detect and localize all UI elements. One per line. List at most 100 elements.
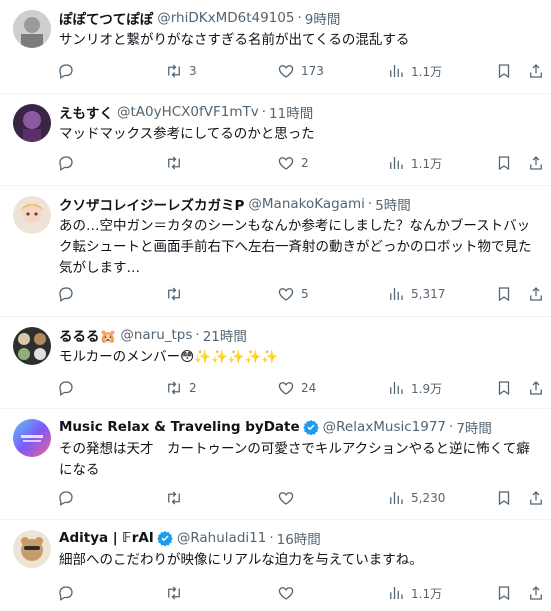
user-handle[interactable]: @naru_tps <box>120 327 192 343</box>
tweet-text: サンリオと繋がりがなさすぎる名前が出てくるの混乱する <box>59 32 410 48</box>
bookmark-button[interactable] <box>495 62 513 80</box>
like-button[interactable]: 173 <box>277 62 324 80</box>
reply-button[interactable] <box>57 154 75 172</box>
views-button[interactable]: 1.9万 <box>387 379 442 397</box>
views-button[interactable]: 1.1万 <box>387 154 442 172</box>
tweet-content: Aditya | 𝔽rAI @Rahuladi11 · 16時間 細部へのこだわ… <box>59 528 537 571</box>
timestamp[interactable]: 9時間 <box>305 8 341 28</box>
avatar[interactable] <box>13 196 51 234</box>
bookmark-button[interactable] <box>495 489 513 507</box>
timestamp[interactable]: 21時間 <box>203 325 247 345</box>
tweet-content: えもすく @tA0yHCX0fVF1mTv · 11時間 マッドマックス参考にし… <box>59 102 537 145</box>
retweet-button[interactable] <box>165 154 189 172</box>
share-button[interactable] <box>527 285 545 303</box>
retweet-button[interactable] <box>165 489 189 507</box>
bookmark-icon <box>498 64 510 79</box>
views-count: 1.9万 <box>411 381 443 396</box>
avatar[interactable] <box>13 10 51 48</box>
user-handle[interactable]: @ManakoKagami <box>248 196 364 212</box>
retweet-icon <box>168 381 180 395</box>
timestamp[interactable]: 5時間 <box>375 194 411 214</box>
share-button[interactable] <box>527 62 545 80</box>
tweet-header: えもすく @tA0yHCX0fVF1mTv · 11時間 <box>59 102 537 122</box>
share-button[interactable] <box>527 489 545 507</box>
like-icon <box>278 157 294 170</box>
views-button[interactable]: 1.1万 <box>387 62 442 80</box>
bookmark-icon <box>498 287 510 302</box>
share-icon <box>530 156 542 170</box>
bookmark-button[interactable] <box>495 379 513 397</box>
views-button[interactable]: 5,317 <box>387 285 445 303</box>
avatar[interactable] <box>13 419 51 457</box>
avatar[interactable] <box>13 104 51 142</box>
retweet-icon <box>168 156 180 170</box>
reply-icon <box>59 64 73 79</box>
reply-button[interactable] <box>57 489 75 507</box>
retweet-button[interactable] <box>165 584 189 602</box>
views-icon <box>390 382 403 394</box>
action-bar: 5,230 <box>57 487 542 509</box>
retweet-button[interactable]: 3 <box>165 62 197 80</box>
share-button[interactable] <box>527 584 545 602</box>
like-count: 24 <box>301 381 317 395</box>
avatar[interactable] <box>13 327 51 365</box>
reply-tweet[interactable]: るるる🐹 @naru_tps · 21時間 モルカーのメンバー😳✨✨✨✨✨ 2 … <box>0 317 551 409</box>
views-icon <box>390 587 403 599</box>
display-name[interactable]: Music Relax & Traveling byDate <box>59 419 300 435</box>
bookmark-button[interactable] <box>495 154 513 172</box>
avatar[interactable] <box>13 530 51 568</box>
user-handle[interactable]: @RelaxMusic1977 <box>323 419 446 435</box>
retweet-button[interactable] <box>165 285 189 303</box>
tweet-content: るるる🐹 @naru_tps · 21時間 モルカーのメンバー😳✨✨✨✨✨ <box>59 325 537 368</box>
bookmark-button[interactable] <box>495 285 513 303</box>
reply-tweet[interactable]: クソザコレイジーレズカガミP @ManakoKagami · 5時間 あの…空中… <box>0 186 551 317</box>
tweet-header: クソザコレイジーレズカガミP @ManakoKagami · 5時間 <box>59 194 537 214</box>
like-button[interactable] <box>277 584 301 602</box>
share-icon <box>530 64 542 78</box>
reply-tweet[interactable]: えもすく @tA0yHCX0fVF1mTv · 11時間 マッドマックス参考にし… <box>0 94 551 186</box>
like-button[interactable]: 24 <box>277 379 316 397</box>
tweet-content: Music Relax & Traveling byDate @RelaxMus… <box>59 417 537 481</box>
share-icon <box>530 491 542 505</box>
display-name[interactable]: るるる🐹 <box>59 325 116 345</box>
bookmark-icon <box>498 381 510 396</box>
tweet-text: 細部へのこだわりが映像にリアルな迫力を与えていますね。 <box>59 552 423 568</box>
timestamp[interactable]: 16時間 <box>277 528 321 548</box>
views-count: 1.1万 <box>411 156 443 171</box>
views-count: 1.1万 <box>411 64 443 79</box>
like-icon <box>278 288 294 301</box>
display-name[interactable]: クソザコレイジーレズカガミP <box>59 194 244 214</box>
user-handle[interactable]: @tA0yHCX0fVF1mTv <box>117 104 259 120</box>
views-button[interactable]: 5,230 <box>387 489 445 507</box>
like-button[interactable]: 5 <box>277 285 309 303</box>
views-button[interactable]: 1.1万 <box>387 584 442 602</box>
user-handle[interactable]: @rhiDKxMD6t49105 <box>157 10 294 26</box>
timestamp[interactable]: 7時間 <box>456 417 492 437</box>
user-handle[interactable]: @Rahuladi11 <box>177 530 267 546</box>
reply-tweet[interactable]: ぽぽてつてぽぽ @rhiDKxMD6t49105 · 9時間 サンリオと繋がりが… <box>0 0 551 94</box>
share-button[interactable] <box>527 154 545 172</box>
reply-button[interactable] <box>57 584 75 602</box>
like-button[interactable] <box>277 489 301 507</box>
display-name[interactable]: えもすく <box>59 102 113 122</box>
share-button[interactable] <box>527 379 545 397</box>
timestamp[interactable]: 11時間 <box>269 102 313 122</box>
display-name[interactable]: Aditya | 𝔽rAI <box>59 530 154 546</box>
tweet-content: クソザコレイジーレズカガミP @ManakoKagami · 5時間 あの…空中… <box>59 194 537 279</box>
separator-dot: · <box>297 10 302 26</box>
retweet-button[interactable]: 2 <box>165 379 197 397</box>
reply-tweet[interactable]: Music Relax & Traveling byDate @RelaxMus… <box>0 409 551 520</box>
bookmark-icon <box>498 156 510 171</box>
display-name[interactable]: ぽぽてつてぽぽ <box>59 8 153 28</box>
separator-dot: · <box>261 104 267 120</box>
like-button[interactable]: 2 <box>277 154 309 172</box>
like-icon <box>278 382 294 395</box>
reply-tweet[interactable]: Aditya | 𝔽rAI @Rahuladi11 · 16時間 細部へのこだわ… <box>0 520 551 611</box>
reply-button[interactable] <box>57 62 75 80</box>
reply-button[interactable] <box>57 379 75 397</box>
retweet-icon <box>168 586 180 600</box>
bookmark-button[interactable] <box>495 584 513 602</box>
verified-badge-icon <box>157 531 173 546</box>
reply-button[interactable] <box>57 285 75 303</box>
tweet-text: モルカーのメンバー😳✨✨✨✨✨ <box>59 349 279 365</box>
